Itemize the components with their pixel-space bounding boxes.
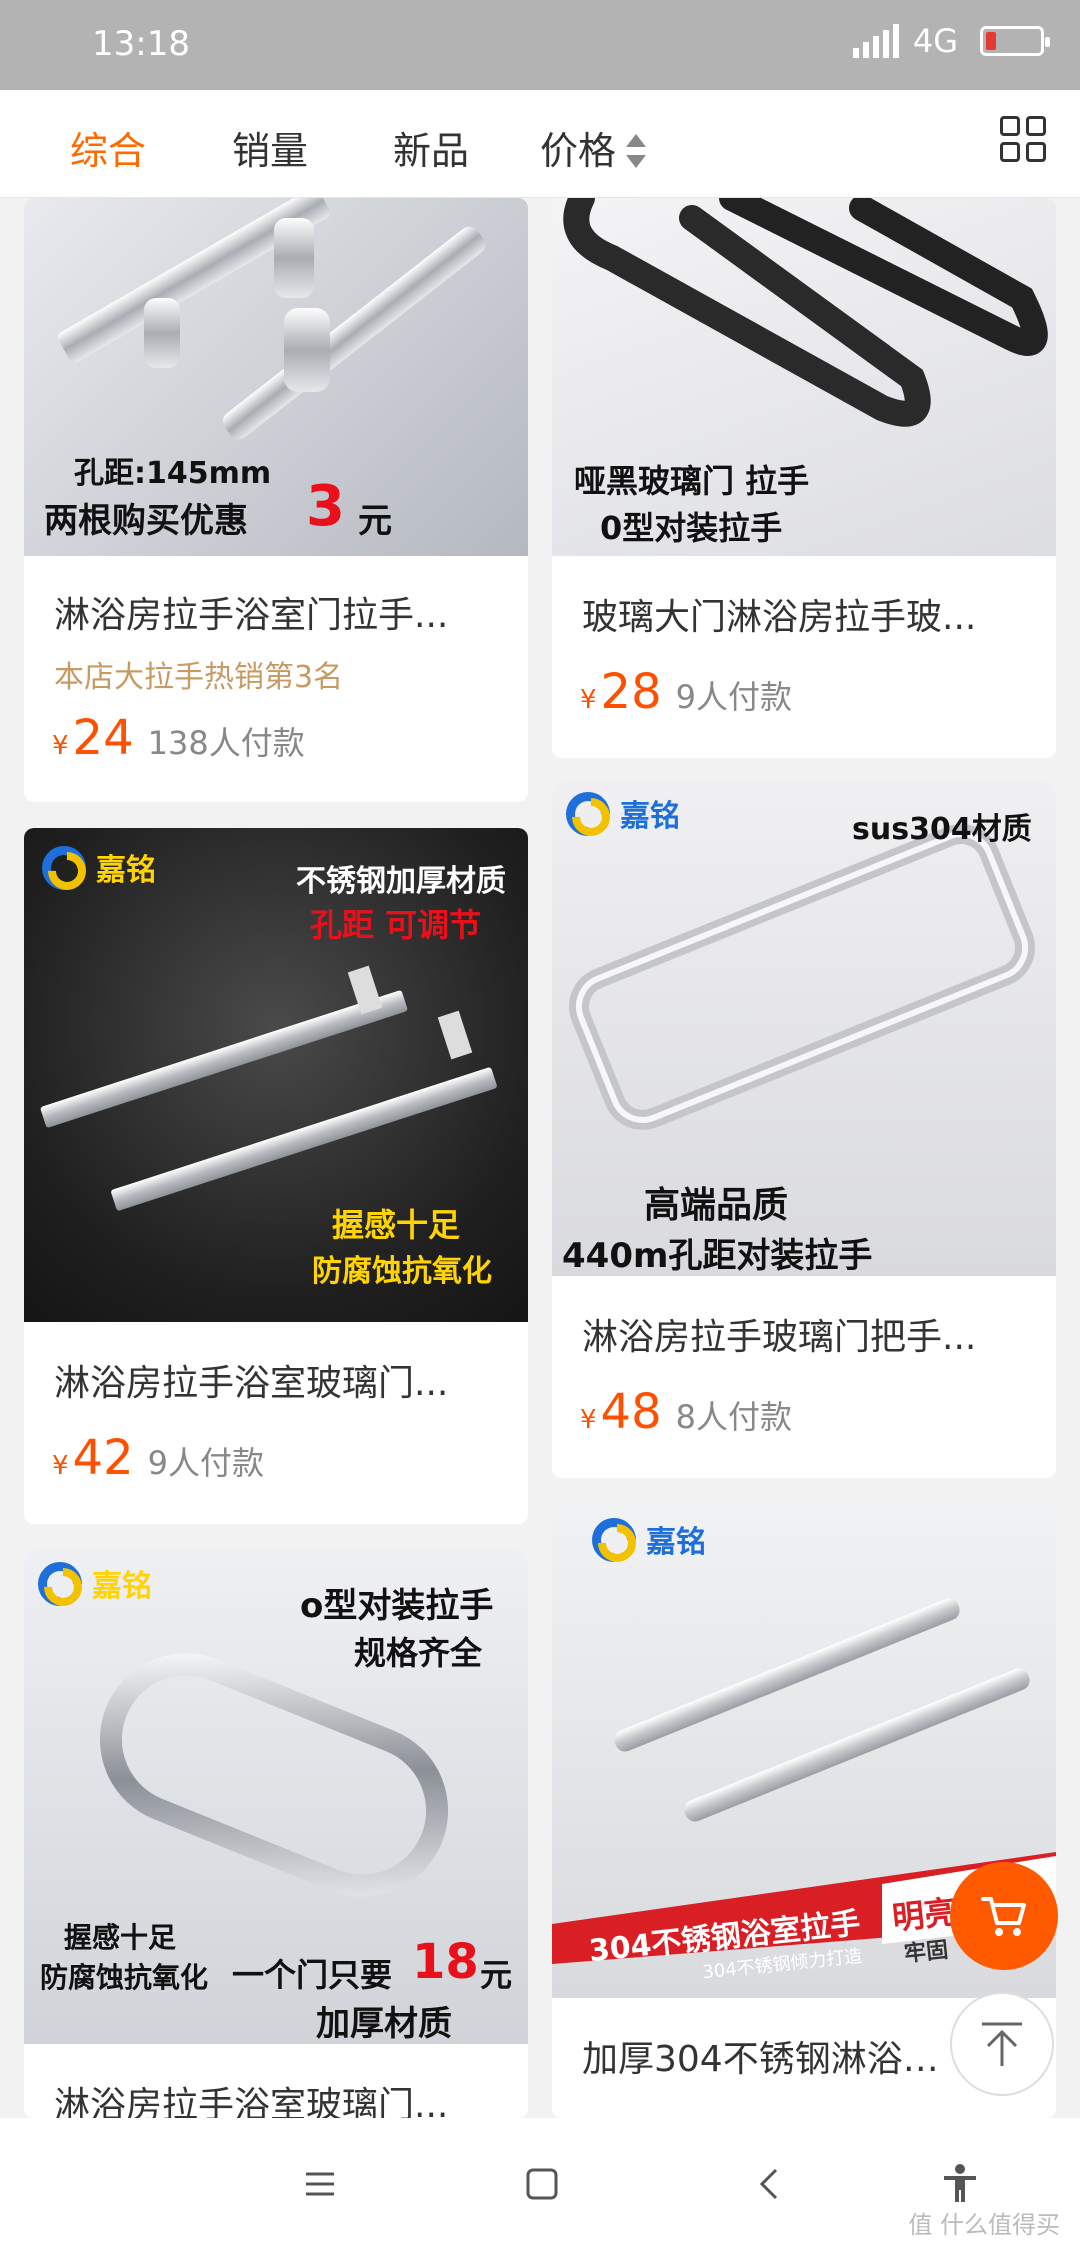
product-image: 嘉铭 o型对装拉手 规格齐全 握感十足 防腐蚀抗氧化 一个门只要 18 元 加厚… [24,1550,528,2044]
image-text: 两根购买优惠 [44,501,248,541]
menu-button[interactable] [290,2154,350,2214]
image-text: 哑黑玻璃门 拉手 [574,462,810,500]
tab-price[interactable]: 价格 [540,120,647,175]
image-text: 防腐蚀抗氧化 [312,1254,492,1289]
battery-icon [980,26,1050,56]
product-title[interactable]: 淋浴房拉手浴室玻璃门... [54,2076,498,2118]
tab-comprehensive[interactable]: 综合 [70,120,146,175]
product-image: 嘉铭 sus304材质 高端品质 440m孔距对装拉手 [552,782,1056,1276]
brand-logo: 嘉铭 [588,1514,706,1564]
sold-count: 138人付款 [147,724,305,762]
product-title[interactable]: 淋浴房拉手浴室门拉手... [54,586,498,638]
brand-logo: 嘉铭 [38,842,156,892]
brand-logo: 嘉铭 [34,1558,152,1608]
image-text: 18 [412,1934,479,1990]
tab-new[interactable]: 新品 [393,120,469,175]
image-text: 高端品质 [644,1185,789,1226]
image-text: 孔距:145mm [74,456,272,491]
image-text: 牢固 [903,1937,950,1968]
system-nav-bar: 值 什么值得买 [0,2118,1080,2248]
product-price: 24 [72,710,134,766]
cart-icon [981,1897,1026,1936]
image-text: 孔距 可调节 [310,906,482,944]
home-button[interactable] [512,2154,572,2214]
product-price: 42 [72,1430,134,1486]
product-image: 哑黑玻璃门 拉手 0型对装拉手 [552,198,1056,556]
product-title[interactable]: 玻璃大门淋浴房拉手玻... [582,588,1026,640]
product-image: 孔距:145mm 两根购买优惠 3 元 [24,198,528,556]
status-indicators: 4G [852,22,1050,60]
grid-view-icon[interactable] [1000,116,1046,162]
product-title[interactable]: 加厚304不锈钢淋浴房... [582,2030,946,2082]
product-card[interactable]: 嘉铭 不锈钢加厚材质 孔距 可调节 握感十足 防腐蚀抗氧化 淋浴房拉手浴室玻璃门… [24,828,528,1524]
product-card[interactable]: 嘉铭 sus304材质 高端品质 440m孔距对装拉手 淋浴房拉手玻璃门把手..… [552,782,1056,1478]
product-image: 嘉铭 不锈钢加厚材质 孔距 可调节 握感十足 防腐蚀抗氧化 [24,828,528,1322]
product-tag: 本店大拉手热销第3名 [54,660,344,695]
image-text: 一个门只要 [232,1956,393,1994]
handle-illustration [568,824,1036,1130]
image-text: o型对装拉手 [300,1586,494,1626]
brand-name: 嘉铭 [92,1569,152,1604]
sold-count: 9人付款 [147,1444,264,1482]
watermark: 值 什么值得买 [908,2211,1060,2239]
status-bar: 13:18 4G [0,0,1080,90]
price-row: ¥ 24 138人付款 [52,710,305,766]
brand-name: 嘉铭 [646,1525,706,1560]
product-title[interactable]: 淋浴房拉手浴室玻璃门... [54,1354,498,1406]
product-card[interactable]: 孔距:145mm 两根购买优惠 3 元 淋浴房拉手浴室门拉手... 本店大拉手热… [24,198,528,802]
sort-arrows-icon [626,130,647,170]
image-text: 握感十足 [64,1921,177,1954]
back-to-top-icon [982,2022,1022,2066]
currency-symbol: ¥ [52,1451,69,1481]
image-text: 3 [306,474,345,539]
cart-button[interactable] [950,1862,1058,1970]
tab-sales[interactable]: 销量 [232,120,308,175]
image-text: sus304材质 [852,812,1032,847]
sold-count: 8人付款 [675,1398,792,1436]
network-label: 4G [912,22,958,60]
signal-icon [852,24,899,58]
brand-logo-icon [38,842,88,892]
product-price: 28 [600,664,662,720]
sold-count: 9人付款 [675,678,792,716]
back-button[interactable] [740,2154,800,2214]
brand-logo-icon [588,1514,638,1564]
home-icon [526,2168,558,2200]
currency-symbol: ¥ [580,1405,597,1435]
brand-name: 嘉铭 [620,799,680,834]
image-text: 防腐蚀抗氧化 [40,1961,209,1994]
product-card[interactable]: 嘉铭 o型对装拉手 规格齐全 握感十足 防腐蚀抗氧化 一个门只要 18 元 加厚… [24,1550,528,2118]
sort-bar: 综合 销量 新品 价格 [0,90,1080,198]
product-card[interactable]: 哑黑玻璃门 拉手 0型对装拉手 玻璃大门淋浴房拉手玻... ¥ 28 9人付款 [552,198,1056,758]
brand-logo-icon [34,1558,84,1608]
image-text: 元 [358,501,392,541]
image-text: 加厚材质 [316,2004,452,2044]
brand-name: 嘉铭 [96,853,156,888]
image-text: 明亮 [890,1892,959,1938]
product-title[interactable]: 淋浴房拉手玻璃门把手... [582,1308,1026,1360]
accessibility-icon [944,2164,976,2202]
image-text: 440m孔距对装拉手 [562,1236,873,1276]
currency-symbol: ¥ [580,685,597,715]
image-text: 元 [480,1956,513,1994]
image-text: 握感十足 [332,1206,461,1244]
brand-logo-icon [562,788,612,838]
price-row: ¥ 28 9人付款 [580,664,792,720]
image-text: 不锈钢加厚材质 [296,864,506,899]
image-text: 0型对装拉手 [600,509,783,547]
back-icon [759,2168,778,2200]
image-text: 规格齐全 [354,1634,483,1672]
price-row: ¥ 42 9人付款 [52,1430,264,1486]
back-to-top-button[interactable] [950,1992,1054,2096]
price-row: ¥ 48 8人付款 [580,1384,792,1440]
status-time: 13:18 [92,24,190,64]
product-price: 48 [600,1384,662,1440]
menu-icon [306,2172,334,2196]
brand-logo: 嘉铭 [562,788,680,838]
tab-price-label: 价格 [540,129,617,173]
currency-symbol: ¥ [52,731,69,761]
